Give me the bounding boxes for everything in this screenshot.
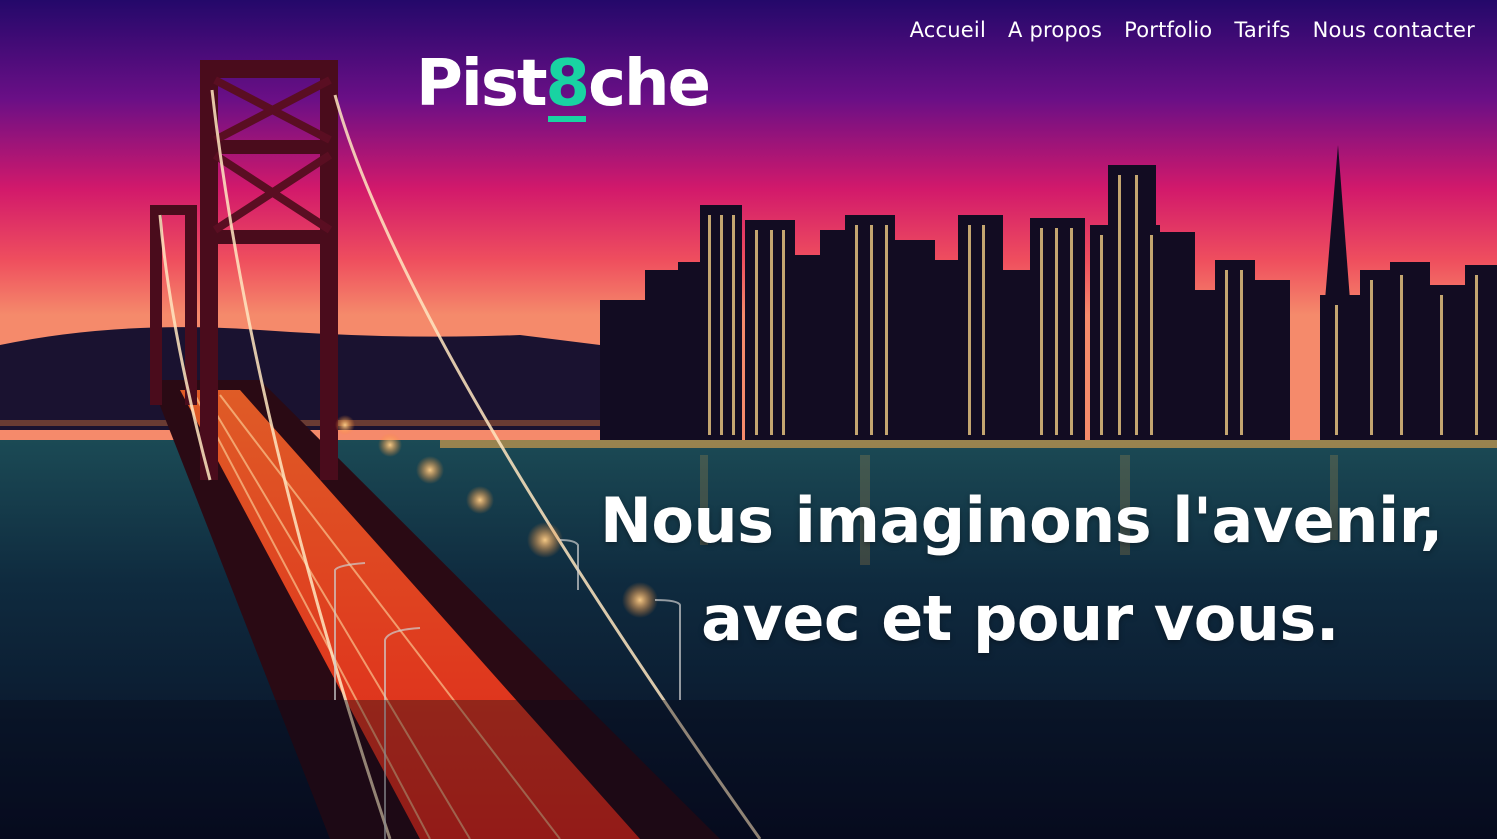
hero-headline: Nous imaginons l'avenir, avec et pour vo… bbox=[600, 472, 1443, 668]
hero-background-image bbox=[0, 0, 1497, 839]
nav-link-accueil[interactable]: Accueil bbox=[910, 18, 986, 42]
nav-link-portfolio[interactable]: Portfolio bbox=[1124, 18, 1212, 42]
hero-headline-line-1: Nous imaginons l'avenir, bbox=[600, 484, 1443, 557]
hero-headline-line-2: avec et pour vous. bbox=[701, 582, 1339, 655]
main-navigation: Accueil A propos Portfolio Tarifs Nous c… bbox=[888, 18, 1475, 42]
logo-suffix: che bbox=[588, 47, 711, 121]
nav-link-a-propos[interactable]: A propos bbox=[1008, 18, 1102, 42]
site-logo[interactable]: Pist8che bbox=[416, 44, 711, 124]
logo-accent-digit: 8 bbox=[546, 44, 590, 124]
nav-link-nous-contacter[interactable]: Nous contacter bbox=[1313, 18, 1475, 42]
nav-link-tarifs[interactable]: Tarifs bbox=[1234, 18, 1290, 42]
logo-prefix: Pist bbox=[416, 47, 548, 121]
hero-section: Accueil A propos Portfolio Tarifs Nous c… bbox=[0, 0, 1497, 839]
